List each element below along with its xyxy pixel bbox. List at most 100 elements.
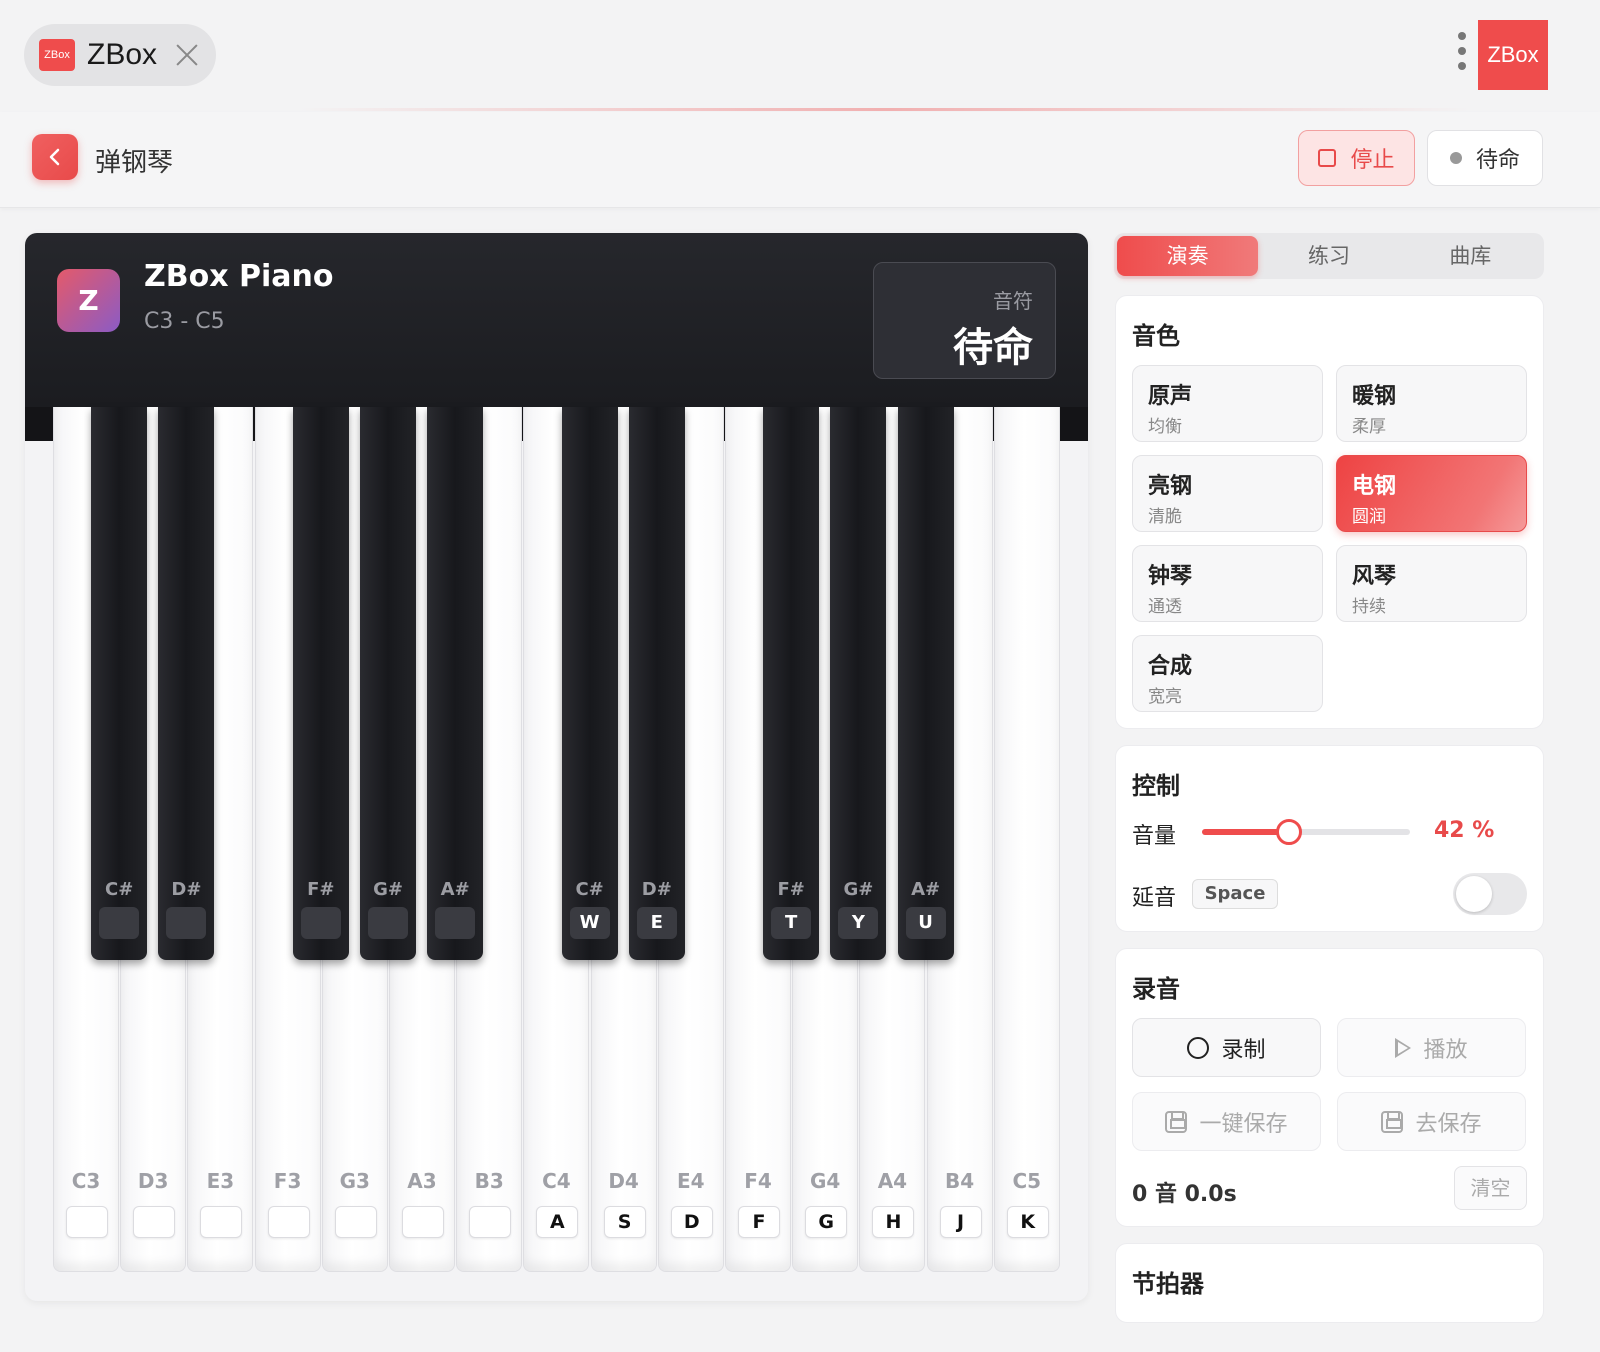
tone-option[interactable]: 暖钢 柔厚 bbox=[1336, 365, 1527, 442]
save-icon bbox=[1381, 1110, 1404, 1133]
keyboard-shortcut-badge bbox=[334, 1206, 377, 1238]
black-key-f-sharp[interactable]: F# T bbox=[763, 407, 820, 960]
control-title: 控制 bbox=[1132, 772, 1180, 800]
keyboard-shortcut-badge bbox=[267, 1206, 310, 1238]
back-button[interactable] bbox=[32, 134, 78, 180]
tone-desc: 持续 bbox=[1352, 597, 1386, 617]
black-key-d-sharp[interactable]: D# bbox=[158, 407, 215, 960]
sustain-key-badge: Space bbox=[1192, 879, 1278, 909]
black-key-label: A# bbox=[440, 879, 470, 900]
black-key-label: D# bbox=[171, 879, 202, 900]
black-key-f-sharp[interactable]: F# bbox=[292, 407, 349, 960]
tone-name: 原声 bbox=[1148, 384, 1193, 409]
sustain-toggle[interactable] bbox=[1453, 873, 1527, 915]
zbox-brand-button[interactable]: ZBox bbox=[1478, 20, 1548, 90]
white-key-label: B4 bbox=[945, 1169, 975, 1193]
white-key-label: E4 bbox=[677, 1169, 705, 1193]
white-key-label: B3 bbox=[474, 1169, 504, 1193]
keyboard-shortcut-badge bbox=[200, 1206, 243, 1238]
black-key-g-sharp[interactable]: G# bbox=[360, 407, 416, 960]
volume-slider-thumb[interactable] bbox=[1276, 819, 1303, 845]
tab-practice[interactable]: 练习 bbox=[1258, 236, 1399, 276]
tone-desc: 圆润 bbox=[1352, 507, 1386, 527]
keyboard-shortcut-badge bbox=[469, 1206, 512, 1238]
app-tab[interactable]: ZBox ZBox bbox=[24, 24, 216, 86]
go-save-button[interactable]: 去保存 bbox=[1337, 1092, 1526, 1151]
keyboard-shortcut-badge bbox=[435, 907, 476, 939]
white-key-label: G4 bbox=[810, 1169, 841, 1193]
stop-button[interactable]: 停止 bbox=[1298, 130, 1415, 186]
tone-desc: 柔厚 bbox=[1352, 417, 1386, 437]
clear-button[interactable]: 清空 bbox=[1454, 1166, 1527, 1210]
page-header: 弹钢琴 停止 待命 bbox=[0, 112, 1600, 208]
black-key-label: C# bbox=[575, 879, 604, 900]
note-display: 音符 待命 bbox=[873, 262, 1056, 379]
recording-stats: 0 音 0.0s bbox=[1132, 1182, 1237, 1207]
tab-title: ZBox bbox=[87, 38, 158, 71]
tone-desc: 清脆 bbox=[1148, 507, 1182, 527]
keyboard-shortcut-badge: S bbox=[603, 1206, 646, 1238]
white-key-label: E3 bbox=[206, 1169, 235, 1193]
window-titlebar: ZBox ZBox ZBox bbox=[0, 0, 1600, 112]
toggle-knob bbox=[1456, 876, 1492, 912]
piano-logo-icon: Z bbox=[57, 269, 120, 332]
tone-option[interactable]: 合成 宽亮 bbox=[1132, 635, 1323, 712]
status-dot-icon bbox=[1449, 152, 1462, 164]
more-vertical-icon[interactable] bbox=[1458, 32, 1468, 76]
white-key-label: G3 bbox=[339, 1169, 370, 1193]
mode-tabs: 演奏 练习 曲库 bbox=[1114, 233, 1544, 279]
keyboard-shortcut-badge: W bbox=[569, 907, 610, 939]
volume-slider[interactable] bbox=[1202, 819, 1410, 845]
black-key-g-sharp[interactable]: G# Y bbox=[830, 407, 887, 960]
piano-name: ZBox Piano bbox=[144, 259, 334, 294]
black-key-a-sharp[interactable]: A# U bbox=[897, 407, 954, 960]
tone-option[interactable]: 钟琴 通透 bbox=[1132, 545, 1323, 622]
keyboard-shortcut-badge bbox=[166, 907, 207, 939]
tone-panel: 音色 原声 均衡 暖钢 柔厚 亮钢 清脆 电钢 圆润 钟琴 通透 风琴 持续 合成 宽亮 bbox=[1115, 295, 1544, 729]
black-key-c-sharp[interactable]: C# W bbox=[561, 407, 618, 960]
black-key-label: G# bbox=[373, 879, 403, 900]
black-key-c-sharp[interactable]: C# bbox=[91, 407, 148, 960]
black-key-a-sharp[interactable]: A# bbox=[427, 407, 484, 960]
sustain-label: 延音 bbox=[1132, 886, 1177, 911]
tone-desc: 通透 bbox=[1148, 597, 1182, 617]
keyboard-shortcut-badge: T bbox=[771, 907, 812, 939]
piano-card: Z ZBox Piano C3 - C5 音符 待命 C3 D3 E3 F3 G3 A3 B… bbox=[25, 233, 1088, 1301]
play-button[interactable]: 播放 bbox=[1337, 1018, 1526, 1077]
piano-header: Z ZBox Piano C3 - C5 音符 待命 bbox=[25, 233, 1088, 407]
recording-panel: 录音 录制 播放 一键保存 去保存 0 音 0.0s 清空 bbox=[1115, 948, 1544, 1227]
tone-option[interactable]: 原声 均衡 bbox=[1132, 365, 1323, 442]
record-label: 录制 bbox=[1221, 1037, 1266, 1063]
tab-library[interactable]: 曲库 bbox=[1400, 236, 1541, 276]
tone-name: 亮钢 bbox=[1148, 474, 1193, 499]
keyboard-shortcut-badge: G bbox=[805, 1206, 848, 1238]
white-key-label: C4 bbox=[542, 1169, 571, 1193]
keyboard-shortcut-badge bbox=[99, 907, 140, 939]
black-key-d-sharp[interactable]: D# E bbox=[628, 407, 685, 960]
status-badge: 待命 bbox=[1427, 130, 1543, 186]
volume-label: 音量 bbox=[1132, 824, 1177, 849]
white-key-label: F4 bbox=[744, 1169, 772, 1193]
volume-value: 42 % bbox=[1434, 818, 1495, 843]
tone-name: 电钢 bbox=[1352, 474, 1397, 499]
tone-option[interactable]: 风琴 持续 bbox=[1336, 545, 1527, 622]
page-title: 弹钢琴 bbox=[95, 148, 174, 178]
white-key-label: C3 bbox=[71, 1169, 101, 1193]
keyboard-shortcut-badge bbox=[402, 1206, 444, 1238]
white-key-c5[interactable]: C5 K bbox=[993, 407, 1060, 1272]
quick-save-button[interactable]: 一键保存 bbox=[1132, 1092, 1321, 1151]
tone-option[interactable]: 电钢 圆润 bbox=[1336, 455, 1527, 532]
keyboard-shortcut-badge: Y bbox=[838, 907, 879, 939]
save-icon bbox=[1165, 1110, 1188, 1133]
tone-name: 钟琴 bbox=[1148, 564, 1193, 589]
white-key-label: D3 bbox=[137, 1169, 169, 1193]
black-key-label: F# bbox=[777, 879, 805, 900]
black-key-label: A# bbox=[911, 879, 941, 900]
tab-play[interactable]: 演奏 bbox=[1117, 236, 1259, 276]
keyboard-shortcut-badge: U bbox=[905, 907, 946, 939]
close-icon[interactable] bbox=[175, 43, 199, 67]
record-button[interactable]: 录制 bbox=[1132, 1018, 1321, 1077]
tone-name: 风琴 bbox=[1352, 564, 1397, 589]
tone-option[interactable]: 亮钢 清脆 bbox=[1132, 455, 1323, 532]
control-panel: 控制 音量 42 % 延音 Space bbox=[1115, 745, 1544, 932]
